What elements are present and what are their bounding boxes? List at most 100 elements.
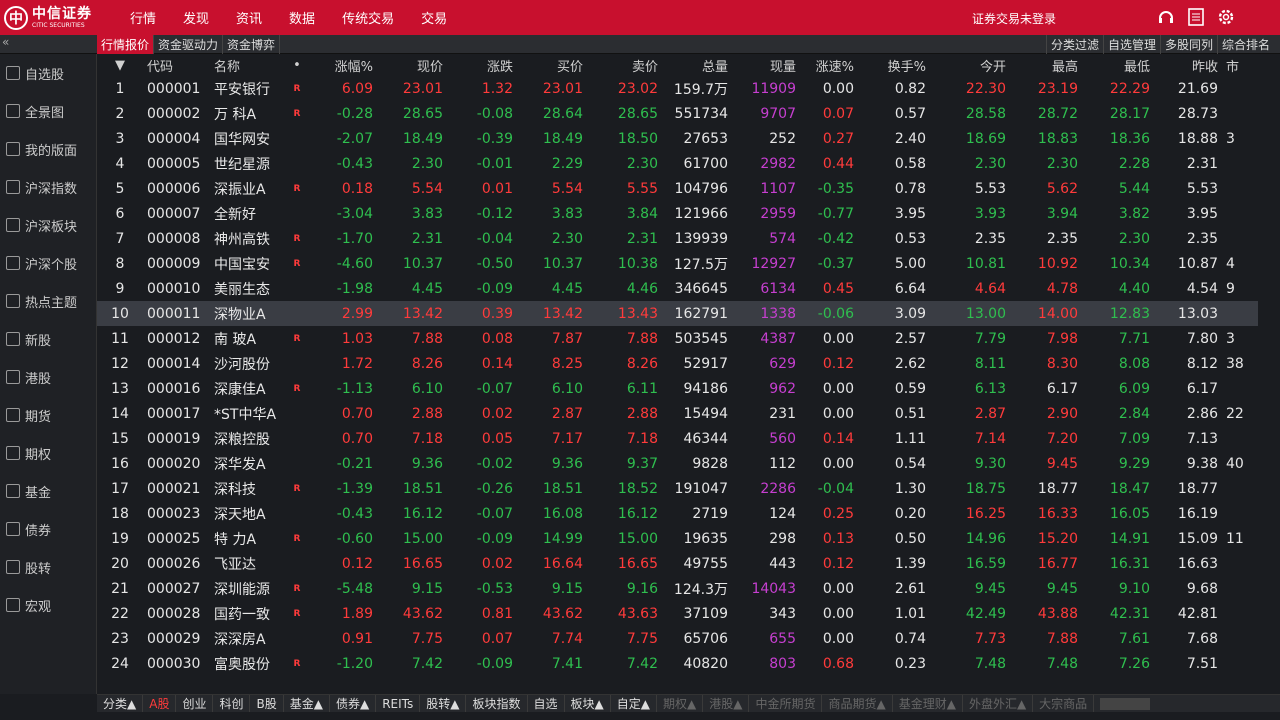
table-row[interactable]: 17 000021 深科技 R -1.39 18.51 -0.26 18.51 18.52 191…: [97, 476, 1258, 501]
main-menu: 行情 发现 资讯 数据 传统交易 交易: [130, 8, 474, 27]
login-status[interactable]: 证券交易未登录: [972, 10, 1056, 27]
bottom-tab-15[interactable]: 中金所期货: [749, 694, 823, 713]
table-row[interactable]: 23 000029 深深房A 0.91 7.75 0.07 7.74 7.75 65706 655…: [97, 626, 1258, 651]
table-row[interactable]: 21 000027 深圳能源 R -5.48 9.15 -0.53 9.15 9.16 124.3…: [97, 576, 1258, 601]
sort-icon[interactable]: ▼: [97, 54, 143, 76]
cell-price: 28.65: [402, 105, 443, 122]
column-header-turnover[interactable]: 换手%: [858, 54, 930, 76]
table-row[interactable]: 3 000004 国华网安 -2.07 18.49 -0.39 18.49 18.50 2765…: [97, 126, 1258, 151]
menu-discover[interactable]: 发现: [183, 8, 209, 27]
sidebar-item-hk-stocks[interactable]: 港股: [0, 358, 96, 396]
sidebar-item-funds[interactable]: 基金: [0, 472, 96, 510]
bottom-tab-17[interactable]: 基金理财▲: [893, 694, 963, 713]
table-row[interactable]: 16 000020 深华发A -0.21 9.36 -0.02 9.36 9.37 9828 11…: [97, 451, 1258, 476]
column-header-open[interactable]: 今开: [930, 54, 1010, 76]
collapse-sidebar-icon[interactable]: «: [2, 35, 9, 49]
table-row[interactable]: 14 000017 *ST中华A 0.70 2.88 0.02 2.87 2.88 15494 2…: [97, 401, 1258, 426]
table-row[interactable]: 7 000008 神州高铁 R -1.70 2.31 -0.04 2.30 2.31 139939…: [97, 226, 1258, 251]
settings-icon[interactable]: [1216, 7, 1236, 27]
brand-logo[interactable]: 中 中信证券 CITIC SECURITIES: [0, 5, 130, 30]
menu-quotes[interactable]: 行情: [130, 8, 156, 27]
sidebar-item-hot-topics[interactable]: 热点主题: [0, 282, 96, 320]
overall-ranking-button[interactable]: 综合排名: [1216, 35, 1274, 54]
bottom-tab-4[interactable]: B股: [250, 694, 284, 713]
column-header-pct-change[interactable]: 涨幅%: [307, 54, 377, 76]
column-header-ask[interactable]: 卖价: [587, 54, 662, 76]
column-header-low[interactable]: 最低: [1082, 54, 1154, 76]
bottom-tab-2[interactable]: 创业: [176, 694, 214, 713]
category-filter-button[interactable]: 分类过滤: [1045, 35, 1103, 54]
bottom-tab-13[interactable]: 期权▲: [657, 694, 704, 713]
sidebar-item-macro[interactable]: 宏观: [0, 586, 96, 624]
column-header-price[interactable]: 现价: [377, 54, 447, 76]
tab-capital-drive[interactable]: 资金驱动力: [154, 35, 224, 54]
headset-icon[interactable]: [1156, 7, 1176, 27]
bottom-tab-19[interactable]: 大宗商品: [1033, 694, 1095, 713]
table-row[interactable]: 4 000005 世纪星源 -0.43 2.30 -0.01 2.29 2.30 61700 29…: [97, 151, 1258, 176]
sidebar-item-neeq[interactable]: 股转: [0, 548, 96, 586]
tab-quote-list[interactable]: 行情报价: [97, 35, 155, 54]
sidebar-item-bonds[interactable]: 债券: [0, 510, 96, 548]
column-header-volume[interactable]: 总量: [662, 54, 732, 76]
column-header-current-volume[interactable]: 现量: [732, 54, 800, 76]
watchlist-manage-button[interactable]: 自选管理: [1102, 35, 1160, 54]
bottom-tab-7[interactable]: REITs: [376, 694, 421, 713]
sidebar-item-index[interactable]: 沪深指数: [0, 168, 96, 206]
menu-trade[interactable]: 交易: [421, 8, 447, 27]
notes-icon[interactable]: [1186, 7, 1206, 27]
bottom-tab-10[interactable]: 自选: [528, 694, 565, 713]
column-header-code[interactable]: 代码: [143, 54, 210, 76]
column-header-change[interactable]: 涨跌: [447, 54, 517, 76]
sidebar-item-panorama[interactable]: 全景图: [0, 92, 96, 130]
bottom-tab-14[interactable]: 港股▲: [703, 694, 750, 713]
bottom-tab-0[interactable]: 分类▲: [97, 694, 144, 713]
sidebar-item-sectors[interactable]: 沪深板块: [0, 206, 96, 244]
bottom-tab-16[interactable]: 商品期货▲: [822, 694, 893, 713]
multi-stock-button[interactable]: 多股同列: [1159, 35, 1217, 54]
table-row[interactable]: 6 000007 全新好 -3.04 3.83 -0.12 3.83 3.84 121966 29…: [97, 201, 1258, 226]
bottom-tab-18[interactable]: 外盘外汇▲: [963, 694, 1034, 713]
column-header-speed[interactable]: 涨速%: [800, 54, 858, 76]
bottom-tab-9[interactable]: 板块指数: [466, 694, 528, 713]
bottom-tab-1[interactable]: A股: [143, 694, 177, 713]
sidebar-item-futures[interactable]: 期货: [0, 396, 96, 434]
menu-data[interactable]: 数据: [289, 8, 315, 27]
horizontal-scrollbar[interactable]: [1100, 697, 1151, 710]
bottom-tab-6[interactable]: 债券▲: [330, 694, 377, 713]
table-row[interactable]: 10 000011 深物业A 2.99 13.42 0.39 13.42 13.43 16279…: [97, 301, 1258, 326]
bottom-tab-5[interactable]: 基金▲: [284, 694, 330, 713]
table-row[interactable]: 2 000002 万 科A R -0.28 28.65 -0.08 28.64 28.65 551…: [97, 101, 1258, 126]
table-row[interactable]: 8 000009 中国宝安 R -4.60 10.37 -0.50 10.37 10.38 127…: [97, 251, 1258, 276]
table-row[interactable]: 1 000001 平安银行 R 6.09 23.01 1.32 23.01 23.02 159.7…: [97, 76, 1258, 101]
table-row[interactable]: 11 000012 南 玻A R 1.03 7.88 0.08 7.87 7.88 503545 4…: [97, 326, 1258, 351]
table-row[interactable]: 24 000030 富奥股份 R -1.20 7.42 -0.09 7.41 7.42 40820…: [97, 651, 1258, 676]
table-row[interactable]: 9 000010 美丽生态 -1.98 4.45 -0.09 4.45 4.46 346645 6…: [97, 276, 1258, 301]
column-header-bid[interactable]: 买价: [517, 54, 587, 76]
sidebar-item-stocks[interactable]: 沪深个股: [0, 244, 96, 282]
menu-news[interactable]: 资讯: [236, 8, 262, 27]
column-header-high[interactable]: 最高: [1010, 54, 1082, 76]
table-row[interactable]: 20 000026 飞亚达 0.12 16.65 0.02 16.64 16.65 49755 4…: [97, 551, 1258, 576]
cell-marker: R: [293, 483, 301, 494]
table-row[interactable]: 13 000016 深康佳A R -1.13 6.10 -0.07 6.10 6.11 94186…: [97, 376, 1258, 401]
bottom-tab-8[interactable]: 股转▲: [420, 694, 467, 713]
bottom-tab-11[interactable]: 板块▲: [565, 694, 611, 713]
table-row[interactable]: 19 000025 特 力A R -0.60 15.00 -0.09 14.99 15.00 19…: [97, 526, 1258, 551]
sidebar-item-ipo[interactable]: 新股: [0, 320, 96, 358]
bottom-tab-12[interactable]: 自定▲: [611, 694, 657, 713]
menu-classic-trade[interactable]: 传统交易: [342, 8, 394, 27]
column-header-prev-close[interactable]: 昨收: [1154, 54, 1222, 76]
column-header-market-cap[interactable]: 市: [1222, 54, 1258, 76]
table-row[interactable]: 5 000006 深振业A R 0.18 5.54 0.01 5.54 5.55 104796 11…: [97, 176, 1258, 201]
bottom-tab-3[interactable]: 科创: [213, 694, 251, 713]
column-header-name[interactable]: 名称: [210, 54, 287, 76]
table-row[interactable]: 18 000023 深天地A -0.43 16.12 -0.07 16.08 16.12 271…: [97, 501, 1258, 526]
sidebar-item-options[interactable]: 期权: [0, 434, 96, 472]
tab-capital-game[interactable]: 资金博弈: [223, 35, 281, 54]
table-row[interactable]: 22 000028 国药一致 R 1.89 43.62 0.81 43.62 43.63 3710…: [97, 601, 1258, 626]
column-header-marker[interactable]: •: [287, 54, 307, 76]
sidebar-item-my-layout[interactable]: 我的版面: [0, 130, 96, 168]
table-row[interactable]: 15 000019 深粮控股 0.70 7.18 0.05 7.17 7.18 46344 560…: [97, 426, 1258, 451]
sidebar-item-watchlist[interactable]: 自选股: [0, 54, 96, 92]
table-row[interactable]: 12 000014 沙河股份 1.72 8.26 0.14 8.25 8.26 52917 629…: [97, 351, 1258, 376]
